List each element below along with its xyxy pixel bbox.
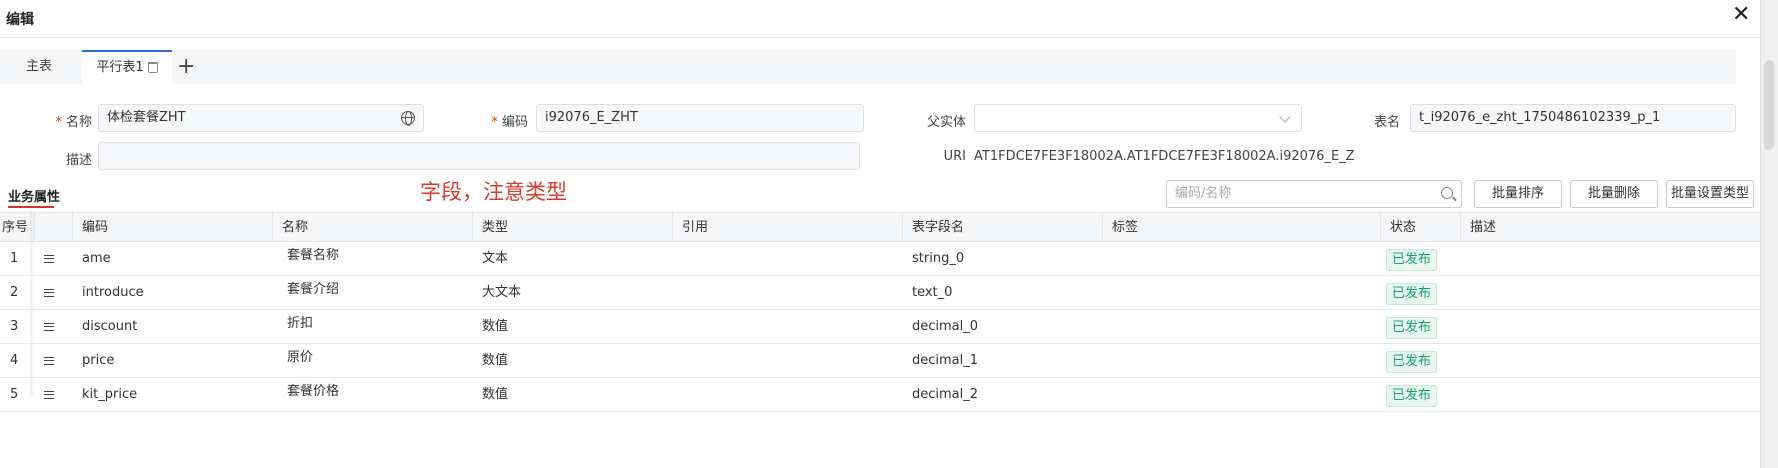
- trash-icon[interactable]: [147, 62, 158, 73]
- row-seq: 1: [10, 251, 19, 266]
- table-name-label: 表名: [1373, 115, 1400, 130]
- row-seq: 5: [10, 387, 19, 402]
- row-code: kit_price: [82, 387, 138, 402]
- th-type: 类型: [472, 213, 672, 242]
- row-field: decimal_0: [912, 319, 979, 334]
- drag-handle-icon[interactable]: [44, 289, 54, 297]
- row-field: string_0: [912, 251, 965, 266]
- th-desc: 描述: [1460, 213, 1760, 242]
- th-status: 状态: [1380, 213, 1460, 242]
- name-value: 体检套餐ZHT: [107, 110, 186, 125]
- scrollbar-thumb[interactable]: [1764, 60, 1774, 150]
- status-badge: 已发布: [1386, 283, 1438, 305]
- close-icon[interactable]: ✕: [1732, 3, 1750, 27]
- annotation-text: 字段，注意类型: [420, 180, 567, 204]
- uri-label: URI: [943, 149, 966, 164]
- th-seq: 序号: [2, 220, 29, 235]
- desc-field[interactable]: [98, 142, 860, 170]
- search-placeholder: 编码/名称: [1175, 186, 1232, 201]
- status-badge: 已发布: [1386, 317, 1438, 339]
- row-field: decimal_1: [912, 353, 979, 368]
- search-input[interactable]: 编码/名称: [1166, 180, 1462, 208]
- row-name: 原价: [287, 350, 314, 365]
- drag-handle-icon[interactable]: [44, 323, 54, 331]
- row-type: 数值: [482, 319, 509, 334]
- code-value: i92076_E_ZHT: [545, 110, 638, 125]
- edit-dialog: 编辑 ✕ 主表 平行表1 + * 名称 体检套餐ZHT * 编码 i92076_E_…: [0, 0, 1760, 468]
- row-seq: 3: [10, 319, 19, 334]
- name-field[interactable]: 体检套餐ZHT: [98, 104, 424, 132]
- batch-set-type-button[interactable]: 批量设置类型: [1666, 180, 1754, 208]
- code-label: * 编码: [491, 115, 528, 130]
- vertical-scrollbar[interactable]: [1760, 0, 1778, 468]
- row-type: 数值: [482, 387, 509, 402]
- row-name: 套餐名称: [287, 248, 340, 263]
- th-drag: [34, 213, 72, 242]
- parent-select[interactable]: [974, 104, 1302, 132]
- row-name: 折扣: [287, 316, 314, 331]
- row-code: discount: [82, 319, 138, 334]
- globe-icon[interactable]: [401, 111, 415, 126]
- tab-parallel-1-label: 平行表1: [96, 60, 144, 75]
- table-tabbar: 主表 平行表1 +: [0, 50, 1736, 84]
- code-field[interactable]: i92076_E_ZHT: [536, 104, 864, 132]
- tab-main[interactable]: 主表: [6, 50, 72, 84]
- row-code: introduce: [82, 285, 144, 300]
- th-tag: 标签: [1102, 213, 1380, 242]
- tab-parallel-1[interactable]: 平行表1: [82, 50, 172, 84]
- table-name-value: t_i92076_e_zht_1750486102339_p_1: [1419, 110, 1661, 125]
- section-tab-underline: [8, 206, 54, 208]
- add-tab-icon[interactable]: +: [177, 53, 195, 81]
- drag-handle-icon[interactable]: [44, 391, 54, 399]
- desc-label: 描述: [65, 153, 92, 168]
- search-icon[interactable]: [1441, 187, 1453, 199]
- row-type: 文本: [482, 251, 509, 266]
- table-row[interactable]: 3 discount 折扣 数值 decimal_0 已发布: [0, 310, 1760, 344]
- row-field: text_0: [912, 285, 953, 300]
- dialog-header: 编辑 ✕: [0, 0, 1760, 38]
- row-type: 大文本: [482, 285, 522, 300]
- status-badge: 已发布: [1386, 385, 1438, 407]
- th-field: 表字段名: [902, 213, 1102, 242]
- row-field: decimal_2: [912, 387, 979, 402]
- table-header: 序号 编码 名称 类型 引用 表字段名 标签 状态 描述: [0, 212, 1760, 242]
- status-badge: 已发布: [1386, 351, 1438, 373]
- status-badge: 已发布: [1386, 249, 1438, 271]
- drag-handle-icon[interactable]: [44, 357, 54, 365]
- name-label: * 名称: [55, 115, 92, 130]
- table-row[interactable]: 5 kit_price 套餐价格 数值 decimal_2 已发布: [0, 378, 1760, 412]
- chevron-down-icon: [1279, 111, 1291, 123]
- table-name-field[interactable]: t_i92076_e_zht_1750486102339_p_1: [1410, 104, 1736, 132]
- row-seq: 4: [10, 353, 19, 368]
- table-row[interactable]: 2 introduce 套餐介绍 大文本 text_0 已发布: [0, 276, 1760, 310]
- batch-delete-button[interactable]: 批量删除: [1570, 180, 1658, 208]
- table-row[interactable]: 1 ame 套餐名称 文本 string_0 已发布: [0, 242, 1760, 276]
- row-code: ame: [82, 251, 111, 266]
- fixed-column-shadow: [30, 212, 36, 396]
- row-name: 套餐介绍: [287, 282, 340, 297]
- table-row[interactable]: 4 price 原价 数值 decimal_1 已发布: [0, 344, 1760, 378]
- dialog-title: 编辑: [6, 12, 34, 28]
- row-code: price: [82, 353, 115, 368]
- row-type: 数值: [482, 353, 509, 368]
- th-ref: 引用: [672, 213, 902, 242]
- row-seq: 2: [10, 285, 19, 300]
- drag-handle-icon[interactable]: [44, 255, 54, 263]
- uri-value: AT1FDCE7FE3F18002A.AT1FDCE7FE3F18002A.i9…: [974, 149, 1355, 164]
- section-tab-business[interactable]: 业务属性: [8, 186, 60, 205]
- th-code: 编码: [72, 213, 272, 242]
- th-name: 名称: [272, 213, 472, 242]
- batch-sort-button[interactable]: 批量排序: [1474, 180, 1562, 208]
- row-name: 套餐价格: [287, 384, 340, 399]
- parent-label: 父实体: [926, 115, 966, 130]
